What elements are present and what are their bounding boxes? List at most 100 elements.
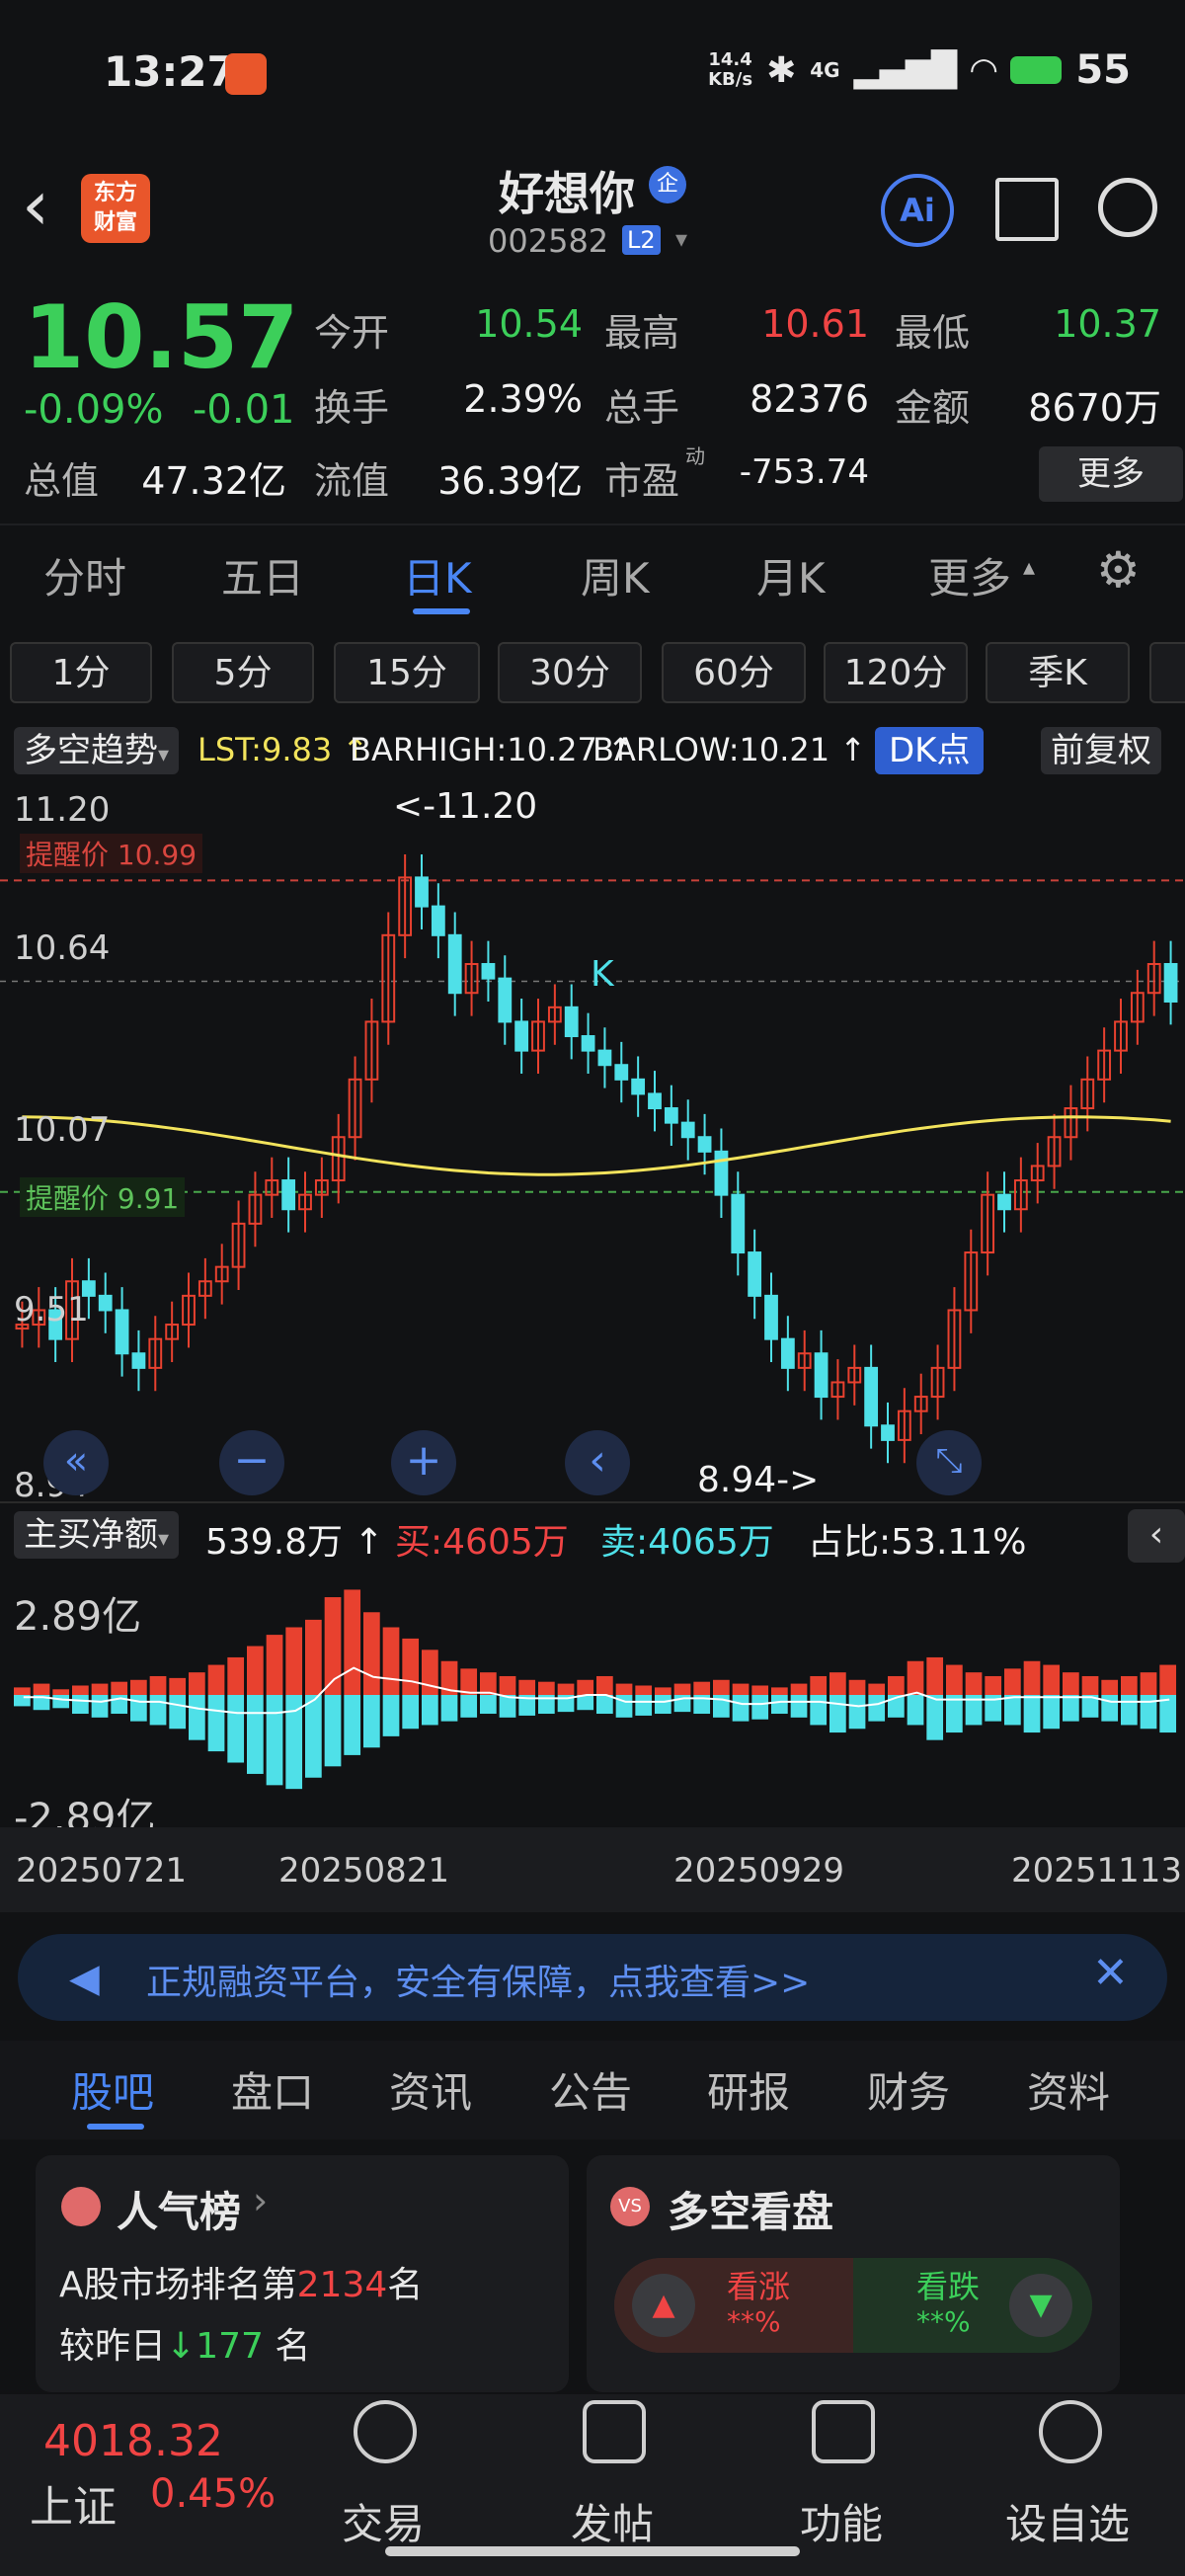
nav-watchlist[interactable]: 设自选 (1005, 2491, 1130, 2551)
prev-icon[interactable]: ‹ (565, 1430, 630, 1495)
flow-bar-positive (635, 1685, 653, 1695)
flow-bar-negative (402, 1695, 420, 1730)
tab-monthly-k[interactable]: 月K (756, 545, 826, 605)
flow-bar-positive (189, 1672, 205, 1695)
flow-bars (14, 1589, 1177, 1790)
nav-post[interactable]: 发帖 (571, 2491, 654, 2551)
flow-indicator-select[interactable]: 主买净额▾ (14, 1511, 180, 1559)
watchlist-icon[interactable] (1039, 2400, 1102, 2463)
level2-badge[interactable]: L2 (622, 225, 661, 255)
flow-bar-negative (655, 1695, 672, 1715)
index-change[interactable]: 0.45% (150, 2471, 276, 2517)
post-icon[interactable] (583, 2400, 646, 2463)
period-5min[interactable]: 5分 (172, 642, 314, 703)
flow-bar-positive (1004, 1668, 1021, 1695)
flow-title: 主买净额 (24, 1515, 158, 1555)
index-value[interactable]: 4018.32 (43, 2416, 223, 2466)
flow-bar-negative (926, 1695, 944, 1740)
bear-button-icon[interactable]: ▼ (1009, 2274, 1072, 2337)
dk-point-button[interactable]: DK点 (875, 727, 985, 774)
period-quarterly-k[interactable]: 季K (986, 642, 1130, 703)
max-marker: <-11.20 (393, 786, 538, 827)
net-speed: 14.4 KB/s (708, 50, 752, 90)
tab-profile[interactable]: 资料 (1027, 2059, 1110, 2120)
flow-bar-positive (91, 1683, 109, 1695)
flow-bar-negative (72, 1695, 89, 1715)
rank-suffix: 名 (387, 2265, 424, 2305)
tab-five-day[interactable]: 五日 (221, 545, 304, 605)
flow-bar-positive (1159, 1664, 1177, 1695)
candle (581, 1035, 595, 1052)
alert-high-label[interactable]: 提醒价 10.99 (20, 834, 203, 873)
period-120min[interactable]: 120分 (824, 642, 968, 703)
alert-low-label[interactable]: 提醒价 9.91 (20, 1177, 186, 1217)
tab-news[interactable]: 资讯 (389, 2059, 472, 2120)
flow-bar-negative (1063, 1695, 1079, 1722)
volume-value: 82376 (750, 377, 869, 421)
candle (281, 1179, 296, 1211)
indicator-name: 多空趋势 (24, 731, 158, 770)
tab-weekly-k[interactable]: 周K (581, 545, 650, 605)
zoom-in-icon[interactable]: + (391, 1430, 456, 1495)
candle (997, 1193, 1011, 1211)
flow-y-max: 2.89亿 (14, 1594, 142, 1640)
banner-text[interactable]: 正规融资平台，安全有保障，点我查看>> (146, 1954, 810, 2005)
share-icon[interactable] (995, 178, 1059, 241)
adjust-button[interactable]: 前复权 (1041, 727, 1161, 774)
flow-bar-positive (965, 1672, 983, 1695)
flow-bar-positive (52, 1689, 70, 1695)
flow-bar-positive (14, 1687, 31, 1695)
tab-intraday[interactable]: 分时 (43, 545, 126, 605)
period-1min[interactable]: 1分 (10, 642, 152, 703)
flow-bar-positive (518, 1679, 536, 1695)
nav-function[interactable]: 功能 (800, 2491, 883, 2551)
tab-pankou[interactable]: 盘口 (231, 2059, 314, 2120)
fullscreen-icon[interactable]: ⤡ (916, 1430, 982, 1495)
bull-value: **% (727, 2305, 781, 2338)
flow-bar-negative (751, 1695, 769, 1720)
scroll-left-icon[interactable]: « (43, 1430, 109, 1495)
tab-guba[interactable]: 股吧 (71, 2059, 154, 2120)
bear-label[interactable]: 看跌 (916, 2262, 980, 2307)
collapse-icon[interactable]: ‹ (1128, 1509, 1185, 1563)
indicator-select[interactable]: 多空趋势▾ (14, 727, 180, 774)
turnover-label: 换手 (314, 386, 390, 430)
candle (447, 933, 462, 995)
change-suffix: 名 (275, 2326, 311, 2367)
more-button[interactable]: 更多 (1039, 446, 1183, 502)
chart-icon (61, 2187, 101, 2226)
back-icon[interactable]: ‹ (22, 171, 49, 240)
flow-bar-negative (830, 1695, 846, 1733)
nav-trade[interactable]: 交易 (342, 2491, 425, 2551)
search-icon[interactable] (1098, 178, 1157, 237)
tab-finance[interactable]: 财务 (867, 2059, 950, 2120)
close-icon[interactable]: ✕ (1092, 1948, 1129, 1998)
app-logo[interactable]: 东方 财富 (81, 174, 150, 243)
bull-label[interactable]: 看涨 (727, 2262, 790, 2307)
period-60min[interactable]: 60分 (662, 642, 806, 703)
enterprise-badge: 企 (649, 166, 686, 203)
flow-bar-positive (926, 1656, 944, 1695)
period-15min[interactable]: 15分 (334, 642, 480, 703)
bull-button-icon[interactable]: ▲ (632, 2274, 695, 2337)
tab-daily-k[interactable]: 日K (403, 545, 472, 605)
net-value-text: 539.8万 (205, 1522, 344, 1563)
ai-button[interactable]: Ai (881, 174, 954, 247)
tab-announcements[interactable]: 公告 (549, 2059, 632, 2120)
index-name[interactable]: 上证 (30, 2471, 117, 2535)
settings-gear-icon[interactable]: ⚙ (1096, 545, 1141, 595)
kline-chart[interactable] (0, 780, 1185, 1501)
function-grid-icon[interactable] (812, 2400, 875, 2463)
chevron-down-icon[interactable]: ▾ (675, 225, 687, 253)
flow-bar-positive (1023, 1660, 1041, 1695)
flow-bar-positive (247, 1646, 264, 1695)
flow-bar-negative (848, 1695, 866, 1730)
tab-research[interactable]: 研报 (707, 2059, 790, 2120)
trade-icon[interactable] (354, 2400, 417, 2463)
period-overflow[interactable] (1149, 642, 1185, 703)
tab-more[interactable]: 更多 (928, 545, 1011, 605)
candle (764, 1294, 778, 1340)
period-30min[interactable]: 30分 (498, 642, 642, 703)
low-label: 最低 (895, 311, 971, 355)
zoom-out-icon[interactable]: − (219, 1430, 284, 1495)
